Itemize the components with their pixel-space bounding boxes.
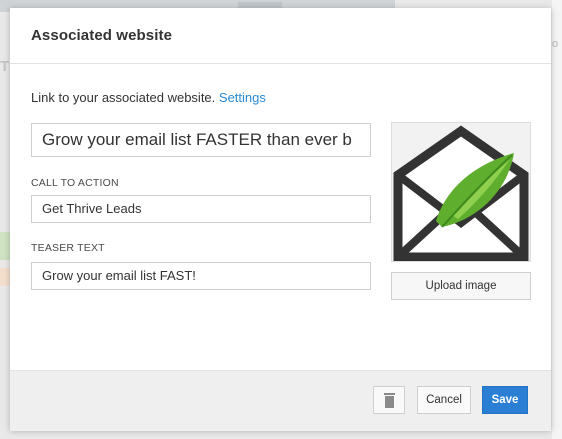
save-button[interactable]: Save bbox=[482, 386, 528, 414]
associated-website-modal: Associated website Link to your associat… bbox=[10, 8, 551, 431]
cta-label: CALL TO ACTION bbox=[31, 177, 119, 189]
settings-link[interactable]: Settings bbox=[219, 90, 266, 105]
cancel-button[interactable]: Cancel bbox=[417, 386, 471, 414]
background-peach-block bbox=[0, 268, 10, 286]
intro-label: Link to your associated website. bbox=[31, 90, 216, 105]
intro-text: Link to your associated website. Setting… bbox=[31, 90, 266, 105]
modal-title: Associated website bbox=[31, 27, 173, 44]
modal-header: Associated website bbox=[10, 8, 551, 64]
modal-footer: Cancel Save bbox=[10, 370, 551, 431]
background-right-panel bbox=[552, 0, 562, 439]
image-preview[interactable] bbox=[391, 122, 531, 262]
cta-input[interactable]: Get Thrive Leads bbox=[31, 195, 371, 223]
teaser-input[interactable]: Grow your email list FAST! bbox=[31, 262, 371, 290]
delete-button[interactable] bbox=[373, 386, 405, 414]
envelope-leaf-logo-icon bbox=[393, 125, 529, 261]
teaser-label: TEASER TEXT bbox=[31, 242, 105, 254]
background-green-block bbox=[0, 232, 10, 260]
upload-image-button[interactable]: Upload image bbox=[391, 272, 531, 300]
title-input[interactable]: Grow your email list FASTER than ever b bbox=[31, 123, 371, 157]
background-right-text: o bbox=[552, 38, 559, 50]
trash-icon bbox=[384, 393, 395, 408]
